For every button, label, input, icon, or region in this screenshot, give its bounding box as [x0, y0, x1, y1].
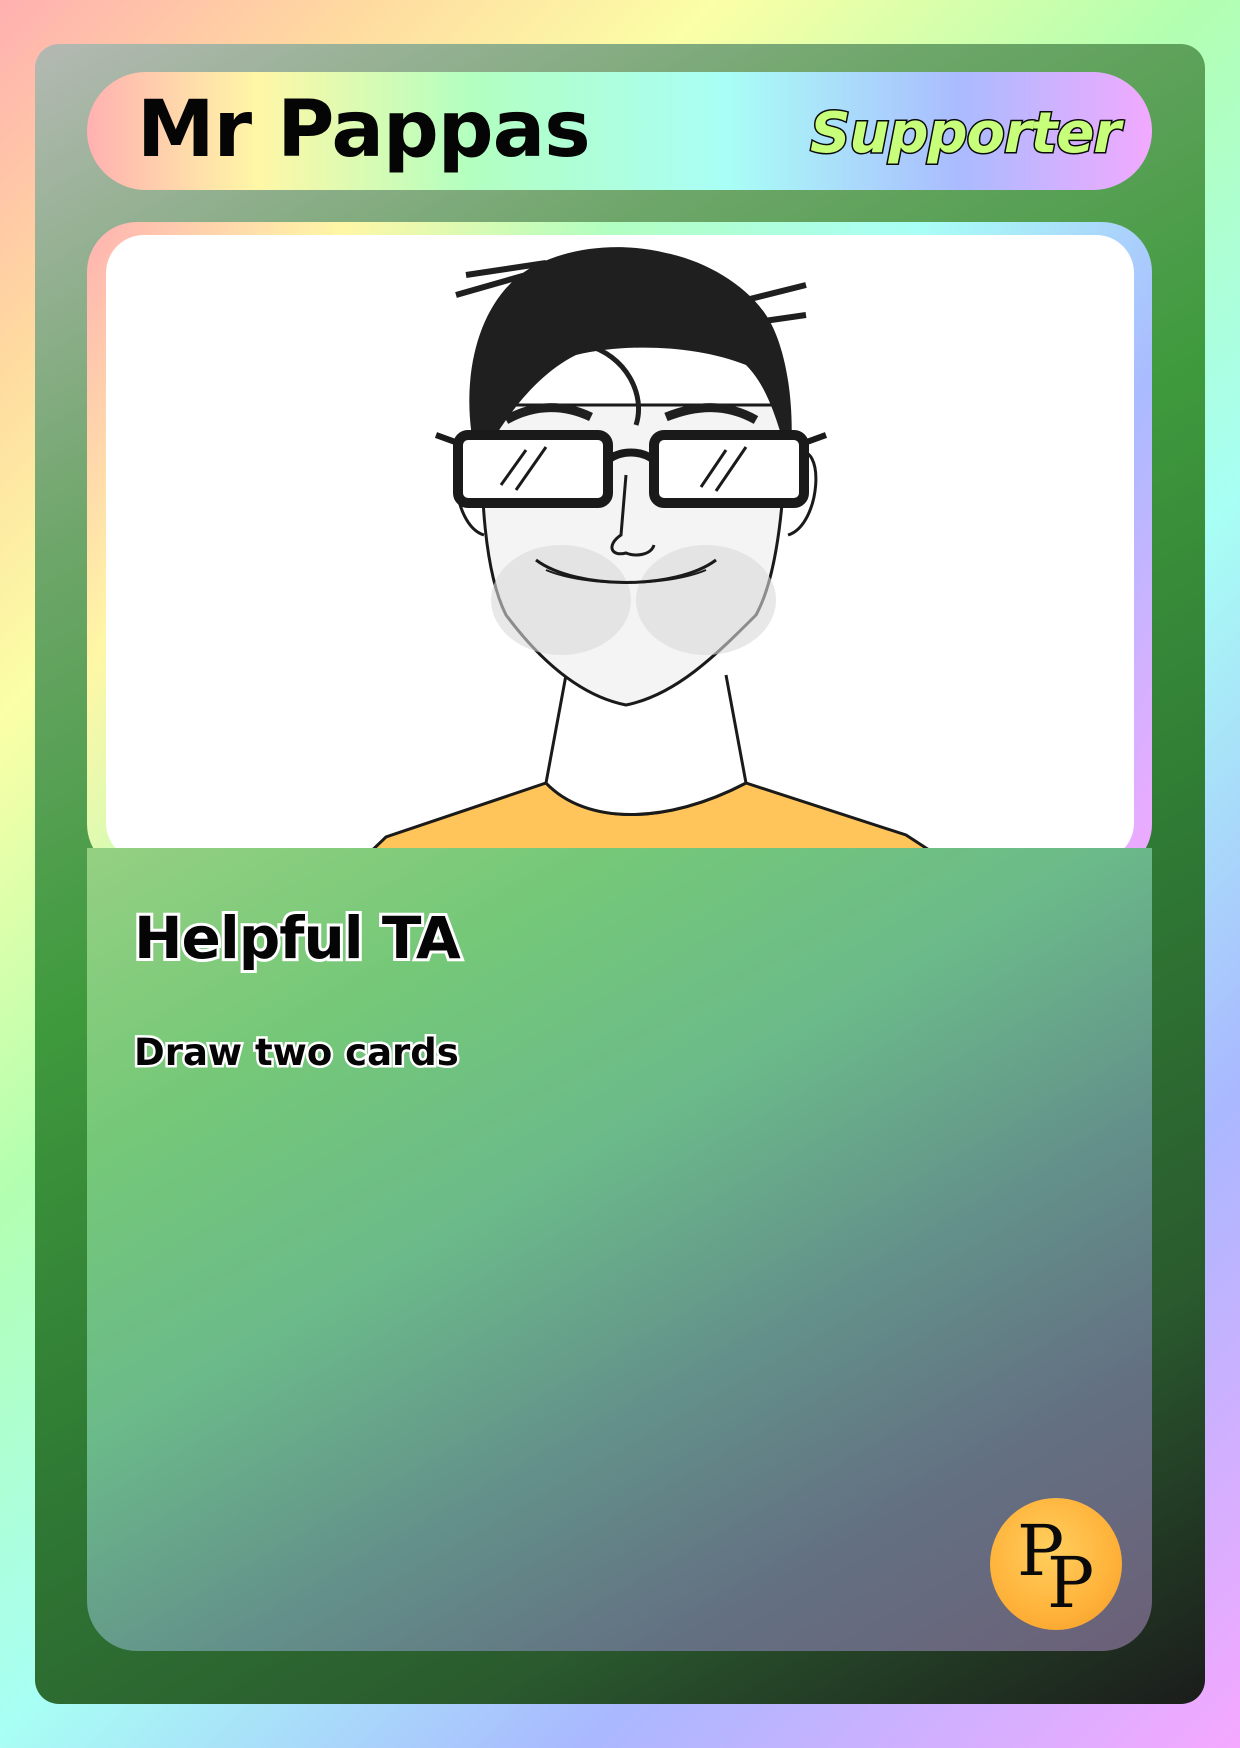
pp-logo-letters: P P — [1017, 1500, 1097, 1630]
card-name: Mr Pappas — [137, 85, 591, 175]
right-lens — [649, 430, 809, 508]
logo-letter-2: P — [1047, 1542, 1095, 1624]
card-role: Supporter — [809, 100, 1123, 168]
ability-text: Draw two cards — [132, 1029, 462, 1077]
portrait-sketch — [358, 247, 949, 861]
ability-title: Helpful TA — [131, 901, 464, 975]
portrait-illustration — [106, 235, 1134, 861]
left-lens — [453, 430, 613, 508]
